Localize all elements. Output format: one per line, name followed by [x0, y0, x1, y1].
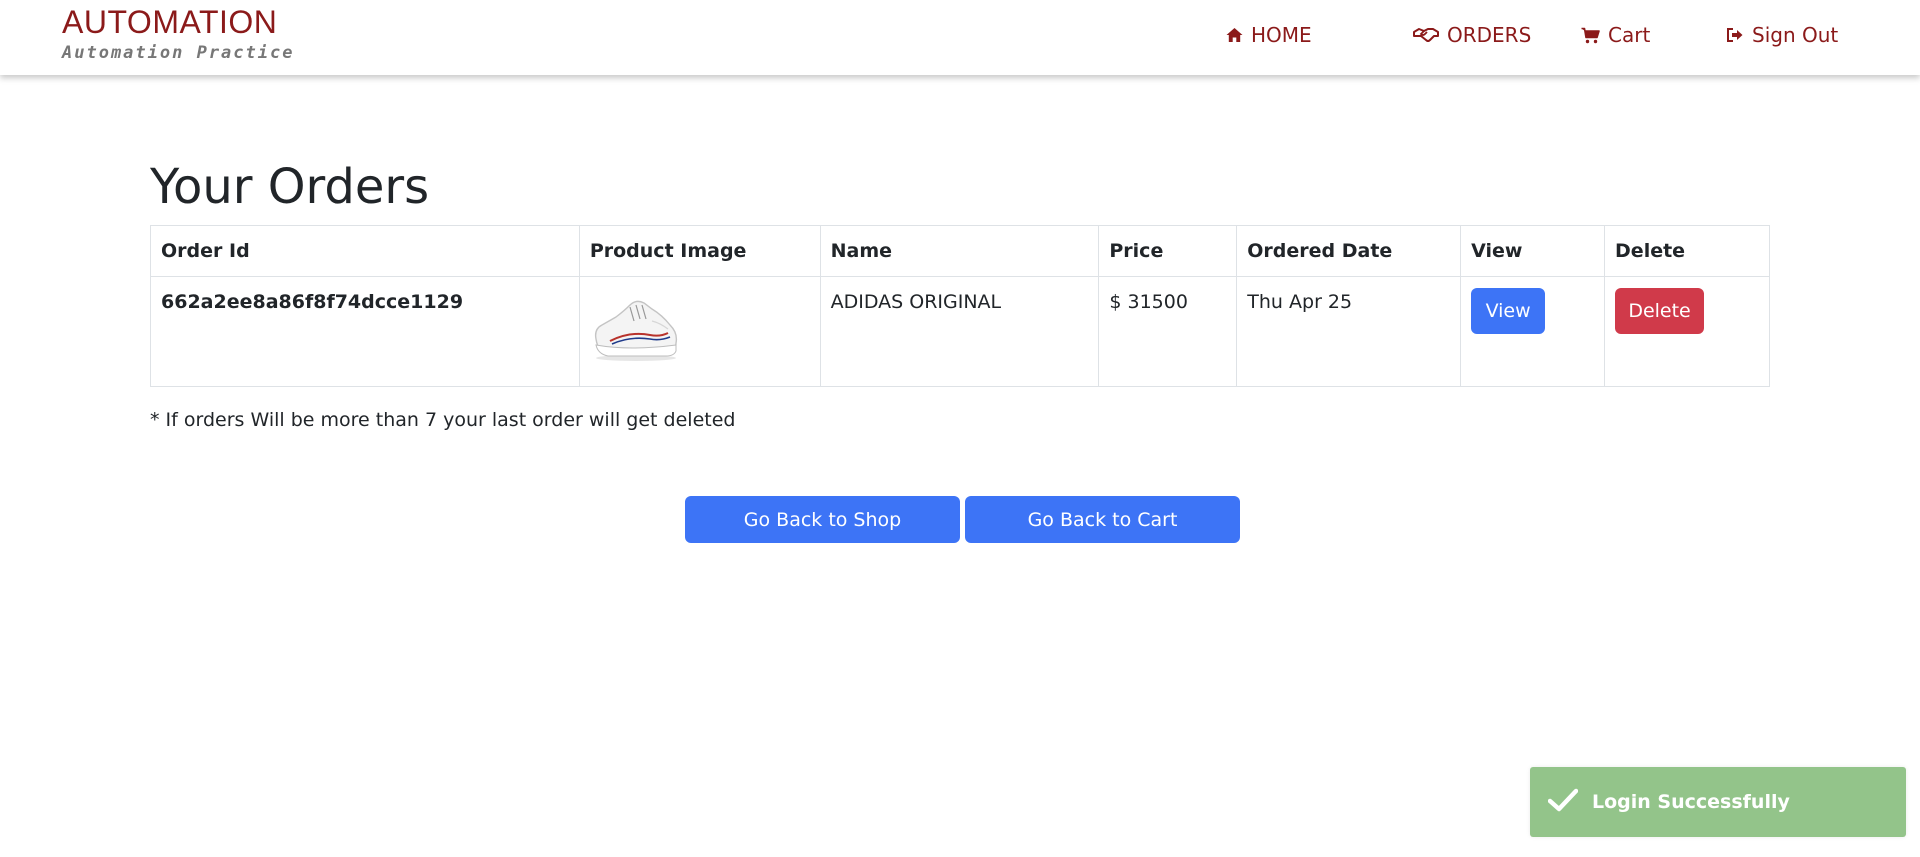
header-name: Name [819, 225, 1100, 277]
brand-title: AUTOMATION [62, 4, 278, 40]
nav-signout-link[interactable]: Sign Out [1726, 22, 1838, 48]
nav-signout-label: Sign Out [1752, 23, 1839, 47]
ordered-date-cell: Thu Apr 25 [1236, 276, 1462, 387]
go-back-to-cart-button[interactable]: Go Back to Cart [965, 496, 1240, 543]
orders-table: Order Id Product Image Name Price Ordere… [150, 225, 1770, 387]
nav-home-label: HOME [1251, 23, 1312, 47]
nav-orders-label: ORDERS [1447, 23, 1532, 47]
delete-button[interactable]: Delete [1615, 288, 1705, 334]
brand-subtitle: Automation Practice [62, 43, 295, 63]
table-row: 662a2ee8a86f8f74dcce1129 ADIDAS ORIGINAL… [150, 276, 1770, 387]
order-id-cell: 662a2ee8a86f8f74dcce1129 [150, 276, 580, 387]
delete-cell: Delete [1604, 276, 1770, 387]
sign-out-icon [1726, 27, 1744, 43]
nav-home-link[interactable]: HOME [1226, 22, 1312, 48]
product-price-cell: $ 31500 [1098, 276, 1238, 387]
brand-logo[interactable]: AUTOMATION Automation Practice [62, 4, 294, 64]
orders-limit-note: * If orders Will be more than 7 your las… [150, 409, 736, 431]
navbar: AUTOMATION Automation Practice HOME ORDE… [0, 0, 1920, 75]
nav-orders-link[interactable]: ORDERS [1413, 22, 1531, 48]
handshake-icon [1413, 27, 1439, 43]
view-button[interactable]: View [1471, 288, 1546, 334]
toast-message: Login Successfully [1592, 791, 1790, 813]
table-header-row: Order Id Product Image Name Price Ordere… [150, 225, 1770, 277]
view-cell: View [1460, 276, 1606, 387]
page-title: Your Orders [150, 159, 430, 215]
nav-cart-label: Cart [1608, 23, 1651, 47]
nav-cart-link[interactable]: Cart [1581, 22, 1650, 48]
header-product-image: Product Image [578, 225, 821, 277]
header-view: View [1460, 225, 1606, 277]
login-success-toast[interactable]: Login Successfully [1530, 767, 1906, 837]
product-image-cell [578, 276, 821, 387]
cart-icon [1581, 27, 1600, 44]
go-back-to-shop-button[interactable]: Go Back to Shop [685, 496, 960, 543]
white-sneaker-image [590, 300, 682, 368]
product-name-cell: ADIDAS ORIGINAL [819, 276, 1100, 387]
header-price: Price [1098, 225, 1238, 277]
check-icon [1547, 788, 1579, 817]
home-icon [1226, 27, 1243, 43]
header-order-id: Order Id [150, 225, 580, 277]
header-delete: Delete [1604, 225, 1770, 277]
header-ordered-date: Ordered Date [1236, 225, 1462, 277]
